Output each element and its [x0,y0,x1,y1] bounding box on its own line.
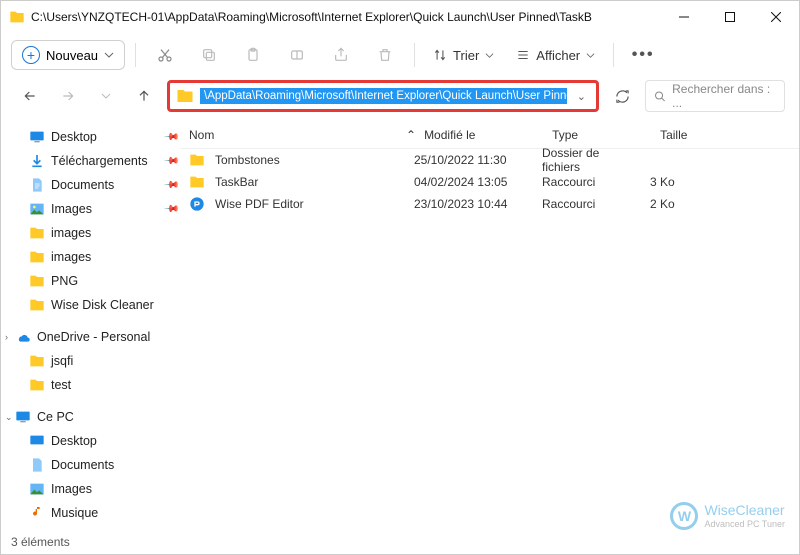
folder-icon [9,9,25,25]
search-icon [654,90,666,103]
search-input[interactable]: Rechercher dans : ... [645,80,785,112]
sort-icon [433,48,447,62]
separator [414,43,415,67]
item-count: 3 éléments [11,535,70,549]
sidebar-item-jsqfi[interactable]: jsqfi [11,349,181,373]
file-row[interactable]: Wise PDF Editor 23/10/2023 10:44 Raccour… [181,193,799,215]
expand-icon[interactable]: ⌄ [5,412,13,423]
copy-button[interactable] [190,39,228,71]
sidebar-item-pc-desktop[interactable]: Desktop [11,429,181,453]
app-icon [189,196,205,212]
expand-icon[interactable]: › [5,332,8,342]
navigation-row: \AppData\Roaming\Microsoft\Internet Expl… [1,77,799,121]
folder-icon [189,174,205,190]
sort-asc-icon: ⌃ [406,128,416,142]
search-placeholder: Rechercher dans : ... [672,82,776,110]
header-type[interactable]: Type [544,128,652,142]
recent-button[interactable] [91,81,121,111]
delete-button[interactable] [366,39,404,71]
separator [613,43,614,67]
folder-icon [189,152,205,168]
sidebar-item-png[interactable]: PNG [11,269,181,293]
plus-icon: + [22,46,40,64]
maximize-button[interactable] [707,1,753,33]
cut-button[interactable] [146,39,184,71]
sidebar-item-images[interactable]: Images📌 [11,197,181,221]
close-button[interactable] [753,1,799,33]
more-button[interactable]: ••• [624,39,662,71]
separator [135,43,136,67]
column-headers: Nom ⌃ Modifié le Type Taille [181,121,799,149]
header-modified[interactable]: Modifié le [416,128,544,142]
minimize-button[interactable] [661,1,707,33]
back-button[interactable] [15,81,45,111]
sidebar-item-pc-images[interactable]: Images [11,477,181,501]
chevron-down-icon [104,50,114,60]
file-row[interactable]: TaskBar 04/02/2024 13:05 Raccourci 3 Ko [181,171,799,193]
view-icon [516,48,530,62]
file-list[interactable]: Nom ⌃ Modifié le Type Taille Tombstones … [181,121,799,530]
file-row[interactable]: Tombstones 25/10/2022 11:30 Dossier de f… [181,149,799,171]
chevron-down-icon [485,51,494,60]
chevron-down-icon[interactable]: ⌄ [573,90,590,103]
sidebar-item-downloads[interactable]: Téléchargements📌 [11,149,181,173]
folder-icon [176,87,194,105]
rename-button[interactable] [278,39,316,71]
sidebar-item-wise-disk-cleaner[interactable]: Wise Disk Cleaner [11,293,181,317]
pin-icon: 📌 [162,153,179,170]
new-button[interactable]: + Nouveau [11,40,125,70]
sidebar-item-onedrive[interactable]: ›OneDrive - Personal [11,325,181,349]
chevron-down-icon [586,51,595,60]
pin-icon: 📌 [162,177,179,194]
pin-icon: 📌 [162,201,179,218]
sidebar-item-desktop[interactable]: Desktop📌 [11,125,181,149]
sidebar-item-documents[interactable]: Documents📌 [11,173,181,197]
window-title: C:\Users\YNZQTECH-01\AppData\Roaming\Mic… [31,10,661,24]
share-button[interactable] [322,39,360,71]
pin-icon: 📌 [162,129,179,146]
header-size[interactable]: Taille [652,128,732,142]
main-content: Desktop📌 Téléchargements📌 Documents📌 Ima… [1,121,799,530]
up-button[interactable] [129,81,159,111]
watermark: W WiseCleaner Advanced PC Tuner [670,502,785,530]
sidebar-item-this-pc[interactable]: ⌄Ce PC [11,405,181,429]
sidebar[interactable]: Desktop📌 Téléchargements📌 Documents📌 Ima… [1,121,181,530]
sidebar-item-images2[interactable]: images [11,221,181,245]
address-path: \AppData\Roaming\Microsoft\Internet Expl… [200,88,567,104]
titlebar: C:\Users\YNZQTECH-01\AppData\Roaming\Mic… [1,1,799,33]
sidebar-item-pc-music[interactable]: Musique [11,501,181,525]
paste-button[interactable] [234,39,272,71]
sidebar-item-test[interactable]: test [11,373,181,397]
address-bar[interactable]: \AppData\Roaming\Microsoft\Internet Expl… [167,80,599,112]
toolbar: + Nouveau Trier Afficher ••• [1,33,799,77]
sidebar-item-pc-documents[interactable]: Documents [11,453,181,477]
status-bar: 3 éléments [1,530,799,554]
header-name[interactable]: Nom [181,128,406,142]
forward-button[interactable] [53,81,83,111]
sidebar-item-images3[interactable]: images [11,245,181,269]
view-menu[interactable]: Afficher [508,44,603,67]
new-label: Nouveau [46,48,98,63]
refresh-button[interactable] [607,81,637,111]
sort-menu[interactable]: Trier [425,44,502,67]
wisecleaner-logo: W [670,502,698,530]
